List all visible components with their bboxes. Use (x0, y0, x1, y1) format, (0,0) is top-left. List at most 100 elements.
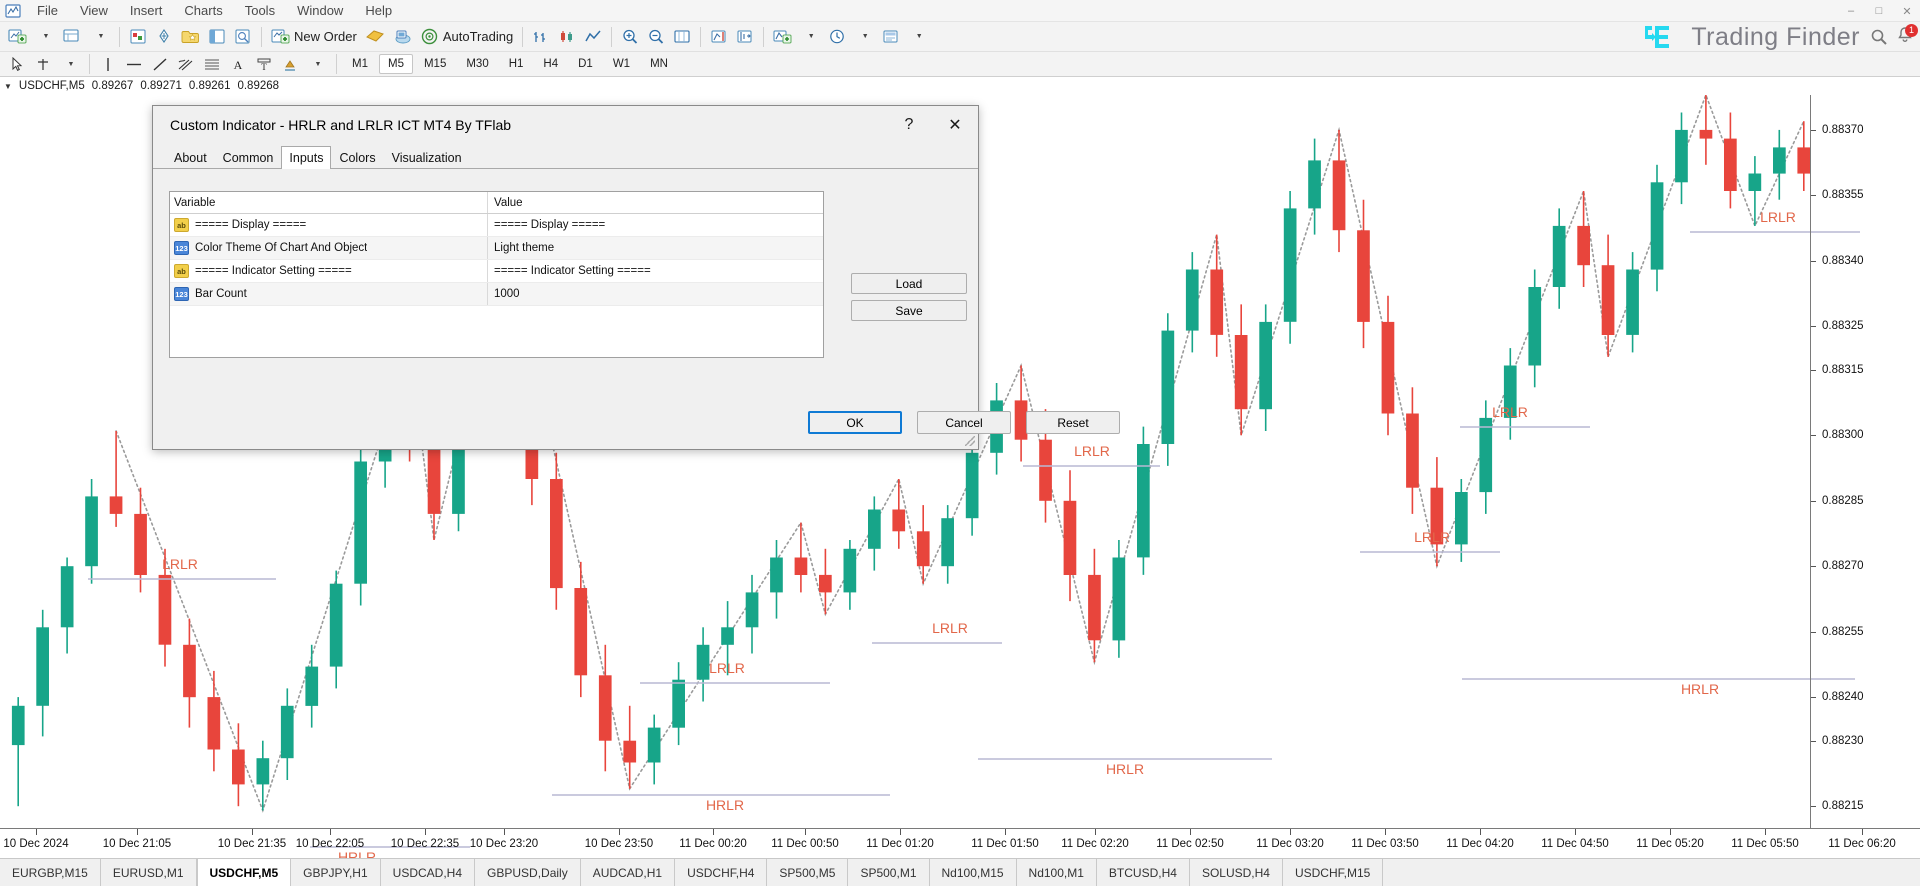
symbol-tab-audcad-h1[interactable]: AUDCAD,H1 (581, 859, 675, 886)
help-icon[interactable]: ? (886, 108, 932, 142)
new-chart-icon[interactable] (4, 24, 31, 50)
grid-cell-value[interactable]: Light theme (488, 237, 823, 259)
symbol-tab-gbpusd-daily[interactable]: GBPUSD,Daily (475, 859, 581, 886)
symbol-tab-nd100-m15[interactable]: Nd100,M15 (930, 859, 1017, 886)
indicators-icon[interactable] (769, 24, 796, 50)
candlestick-chart-icon[interactable] (554, 24, 580, 50)
symbol-tab-nd100-m1[interactable]: Nd100,M1 (1017, 859, 1097, 886)
autotrading-button[interactable]: AutoTrading (416, 24, 517, 50)
market-watch-icon[interactable] (125, 24, 151, 50)
maximize-icon[interactable]: □ (1872, 5, 1886, 17)
tab-colors[interactable]: Colors (331, 146, 383, 169)
dialog-close-icon[interactable]: ✕ (932, 108, 978, 142)
menu-item-insert[interactable]: Insert (119, 1, 174, 20)
menu-item-help[interactable]: Help (354, 1, 403, 20)
dialog-title-bar[interactable]: Custom Indicator - HRLR and LRLR ICT MT4… (153, 106, 978, 144)
menu-item-tools[interactable]: Tools (234, 1, 286, 20)
trendline-icon[interactable] (147, 51, 173, 77)
profiles-dropdown-icon[interactable]: ▼ (88, 24, 114, 50)
timeframe-h1[interactable]: H1 (500, 54, 533, 74)
shift-end-icon[interactable] (706, 24, 732, 50)
time-axis[interactable]: 10 Dec 202410 Dec 21:0510 Dec 21:3510 De… (0, 828, 1920, 856)
text-label-icon[interactable]: T (251, 51, 277, 77)
metaeditor-icon[interactable] (361, 24, 389, 50)
timeframe-mn[interactable]: MN (641, 54, 677, 74)
grid-cell-value[interactable]: 1000 (488, 283, 823, 305)
tab-common[interactable]: Common (215, 146, 282, 169)
zoom-in-icon[interactable] (617, 24, 643, 50)
menu-item-charts[interactable]: Charts (173, 1, 233, 20)
table-row[interactable]: ab ===== Indicator Setting ===== ===== I… (170, 260, 823, 283)
table-row[interactable]: 123 Color Theme Of Chart And Object Ligh… (170, 237, 823, 260)
symbol-tab-usdchf-m5[interactable]: USDCHF,M5 (197, 859, 292, 886)
line-chart-icon[interactable] (580, 24, 606, 50)
notifications-icon[interactable]: 1 (1896, 26, 1914, 49)
tab-inputs[interactable]: Inputs (281, 146, 331, 169)
zoom-out-icon[interactable] (643, 24, 669, 50)
minimize-icon[interactable]: – (1844, 5, 1858, 17)
arrows-icon[interactable] (277, 51, 303, 77)
timeframe-m30[interactable]: M30 (457, 54, 497, 74)
resize-grip[interactable] (965, 436, 975, 446)
tab-visualization[interactable]: Visualization (384, 146, 470, 169)
chart-menu-icon[interactable]: ▼ (4, 82, 12, 91)
menu-item-view[interactable]: View (69, 1, 119, 20)
menu-item-window[interactable]: Window (286, 1, 354, 20)
symbol-tab-gbpjpy-h1[interactable]: GBPJPY,H1 (291, 859, 380, 886)
horizontal-line-icon[interactable] (121, 51, 147, 77)
price-axis[interactable]: 0.883700.883550.883400.883250.883150.883… (1810, 95, 1920, 828)
grid-cell-value[interactable]: ===== Display ===== (488, 214, 823, 236)
save-button[interactable]: Save (851, 300, 967, 321)
symbol-tab-eurusd-m1[interactable]: EURUSD,M1 (101, 859, 197, 886)
templates-icon[interactable] (878, 24, 904, 50)
symbol-tab-usdchf-m15[interactable]: USDCHF,M15 (1283, 859, 1383, 886)
bar-chart-icon[interactable] (528, 24, 554, 50)
cursor-dropdown-icon[interactable]: ▼ (58, 51, 84, 77)
favorites-icon[interactable] (177, 24, 204, 50)
new-chart-dropdown-icon[interactable]: ▼ (33, 24, 59, 50)
symbol-tab-usdchf-h4[interactable]: USDCHF,H4 (675, 859, 767, 886)
timeframe-m5[interactable]: M5 (379, 54, 413, 74)
ok-button[interactable]: OK (808, 411, 902, 434)
symbol-tab-btcusd-h4[interactable]: BTCUSD,H4 (1097, 859, 1190, 886)
table-row[interactable]: 123 Bar Count 1000 (170, 283, 823, 306)
templates-dropdown-icon[interactable]: ▼ (906, 24, 932, 50)
inputs-grid[interactable]: Variable Value ab ===== Display ===== ==… (169, 191, 824, 358)
profiles-icon[interactable] (59, 24, 86, 50)
table-row[interactable]: ab ===== Display ===== ===== Display ===… (170, 214, 823, 237)
close-icon[interactable]: ✕ (1900, 5, 1914, 18)
custom-indicator-dialog[interactable]: Custom Indicator - HRLR and LRLR ICT MT4… (152, 105, 979, 450)
symbol-tab-usdcad-h4[interactable]: USDCAD,H4 (381, 859, 475, 886)
symbol-tab-sp500-m5[interactable]: SP500,M5 (767, 859, 848, 886)
zoom-fit-icon[interactable] (669, 24, 695, 50)
grid-cell-value[interactable]: ===== Indicator Setting ===== (488, 260, 823, 282)
load-button[interactable]: Load (851, 273, 967, 294)
timeframe-h4[interactable]: H4 (534, 54, 567, 74)
equidistant-channel-icon[interactable] (173, 51, 199, 77)
terminal-icon[interactable] (204, 24, 230, 50)
crosshair-icon[interactable] (30, 51, 56, 77)
timeframe-w1[interactable]: W1 (604, 54, 639, 74)
new-order-button[interactable]: New Order (267, 24, 361, 50)
fibonacci-icon[interactable] (199, 51, 225, 77)
symbol-tab-sp500-m1[interactable]: SP500,M1 (848, 859, 929, 886)
period-dropdown-icon[interactable]: ▼ (852, 24, 878, 50)
symbol-tab-solusd-h4[interactable]: SOLUSD,H4 (1190, 859, 1283, 886)
symbol-tab-eurgbp-m15[interactable]: EURGBP,M15 (0, 859, 101, 886)
period-icon[interactable] (824, 24, 850, 50)
cursor-icon[interactable] (4, 51, 30, 77)
mql5-community-icon[interactable] (389, 24, 416, 50)
text-icon[interactable]: A (225, 51, 251, 77)
reset-button[interactable]: Reset (1026, 411, 1120, 434)
timeframe-m15[interactable]: M15 (415, 54, 455, 74)
arrows-dropdown-icon[interactable]: ▼ (305, 51, 331, 77)
timeframe-m1[interactable]: M1 (343, 54, 377, 74)
menu-item-file[interactable]: File (26, 1, 69, 20)
strategy-tester-icon[interactable] (230, 24, 256, 50)
vertical-line-icon[interactable] (95, 51, 121, 77)
cancel-button[interactable]: Cancel (917, 411, 1011, 434)
auto-scroll-icon[interactable] (732, 24, 758, 50)
tab-about[interactable]: About (166, 146, 215, 169)
indicators-dropdown-icon[interactable]: ▼ (798, 24, 824, 50)
timeframe-d1[interactable]: D1 (569, 54, 602, 74)
